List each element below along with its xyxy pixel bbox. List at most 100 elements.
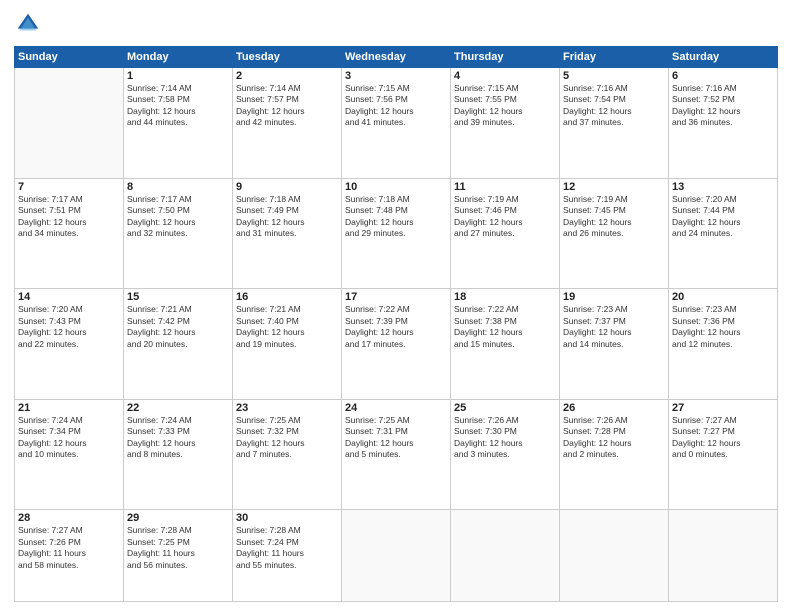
day-info: Sunrise: 7:26 AM Sunset: 7:30 PM Dayligh… xyxy=(454,415,556,461)
day-number: 3 xyxy=(345,70,447,82)
day-info: Sunrise: 7:18 AM Sunset: 7:49 PM Dayligh… xyxy=(236,194,338,240)
day-info: Sunrise: 7:16 AM Sunset: 7:54 PM Dayligh… xyxy=(563,83,665,129)
calendar-week-row: 7Sunrise: 7:17 AM Sunset: 7:51 PM Daylig… xyxy=(15,178,778,289)
day-number: 2 xyxy=(236,70,338,82)
calendar-cell: 30Sunrise: 7:28 AM Sunset: 7:24 PM Dayli… xyxy=(233,510,342,602)
day-number: 28 xyxy=(18,512,120,524)
calendar-cell: 14Sunrise: 7:20 AM Sunset: 7:43 PM Dayli… xyxy=(15,289,124,400)
day-number: 27 xyxy=(672,402,774,414)
day-number: 24 xyxy=(345,402,447,414)
day-info: Sunrise: 7:22 AM Sunset: 7:39 PM Dayligh… xyxy=(345,304,447,350)
day-number: 30 xyxy=(236,512,338,524)
day-number: 18 xyxy=(454,291,556,303)
day-info: Sunrise: 7:16 AM Sunset: 7:52 PM Dayligh… xyxy=(672,83,774,129)
day-info: Sunrise: 7:21 AM Sunset: 7:42 PM Dayligh… xyxy=(127,304,229,350)
day-info: Sunrise: 7:19 AM Sunset: 7:46 PM Dayligh… xyxy=(454,194,556,240)
calendar-cell: 8Sunrise: 7:17 AM Sunset: 7:50 PM Daylig… xyxy=(124,178,233,289)
calendar-header-wednesday: Wednesday xyxy=(342,47,451,68)
day-info: Sunrise: 7:23 AM Sunset: 7:37 PM Dayligh… xyxy=(563,304,665,350)
day-number: 15 xyxy=(127,291,229,303)
calendar-cell: 29Sunrise: 7:28 AM Sunset: 7:25 PM Dayli… xyxy=(124,510,233,602)
calendar-cell: 20Sunrise: 7:23 AM Sunset: 7:36 PM Dayli… xyxy=(669,289,778,400)
day-number: 20 xyxy=(672,291,774,303)
calendar-cell: 27Sunrise: 7:27 AM Sunset: 7:27 PM Dayli… xyxy=(669,399,778,510)
logo-icon xyxy=(14,10,42,38)
day-number: 22 xyxy=(127,402,229,414)
day-number: 11 xyxy=(454,181,556,193)
day-number: 1 xyxy=(127,70,229,82)
calendar-week-row: 14Sunrise: 7:20 AM Sunset: 7:43 PM Dayli… xyxy=(15,289,778,400)
day-info: Sunrise: 7:19 AM Sunset: 7:45 PM Dayligh… xyxy=(563,194,665,240)
day-number: 17 xyxy=(345,291,447,303)
calendar-week-row: 1Sunrise: 7:14 AM Sunset: 7:58 PM Daylig… xyxy=(15,68,778,179)
calendar-cell: 21Sunrise: 7:24 AM Sunset: 7:34 PM Dayli… xyxy=(15,399,124,510)
calendar-cell: 18Sunrise: 7:22 AM Sunset: 7:38 PM Dayli… xyxy=(451,289,560,400)
calendar-cell: 12Sunrise: 7:19 AM Sunset: 7:45 PM Dayli… xyxy=(560,178,669,289)
calendar-cell: 28Sunrise: 7:27 AM Sunset: 7:26 PM Dayli… xyxy=(15,510,124,602)
calendar-cell: 23Sunrise: 7:25 AM Sunset: 7:32 PM Dayli… xyxy=(233,399,342,510)
calendar-cell: 26Sunrise: 7:26 AM Sunset: 7:28 PM Dayli… xyxy=(560,399,669,510)
day-info: Sunrise: 7:27 AM Sunset: 7:26 PM Dayligh… xyxy=(18,525,120,571)
calendar-cell: 9Sunrise: 7:18 AM Sunset: 7:49 PM Daylig… xyxy=(233,178,342,289)
day-info: Sunrise: 7:18 AM Sunset: 7:48 PM Dayligh… xyxy=(345,194,447,240)
day-info: Sunrise: 7:28 AM Sunset: 7:24 PM Dayligh… xyxy=(236,525,338,571)
calendar-header-tuesday: Tuesday xyxy=(233,47,342,68)
calendar-cell: 11Sunrise: 7:19 AM Sunset: 7:46 PM Dayli… xyxy=(451,178,560,289)
day-info: Sunrise: 7:20 AM Sunset: 7:44 PM Dayligh… xyxy=(672,194,774,240)
calendar-cell xyxy=(669,510,778,602)
calendar-cell: 16Sunrise: 7:21 AM Sunset: 7:40 PM Dayli… xyxy=(233,289,342,400)
calendar-cell: 17Sunrise: 7:22 AM Sunset: 7:39 PM Dayli… xyxy=(342,289,451,400)
day-number: 29 xyxy=(127,512,229,524)
day-number: 13 xyxy=(672,181,774,193)
day-number: 4 xyxy=(454,70,556,82)
day-info: Sunrise: 7:22 AM Sunset: 7:38 PM Dayligh… xyxy=(454,304,556,350)
day-info: Sunrise: 7:26 AM Sunset: 7:28 PM Dayligh… xyxy=(563,415,665,461)
day-info: Sunrise: 7:25 AM Sunset: 7:32 PM Dayligh… xyxy=(236,415,338,461)
day-number: 12 xyxy=(563,181,665,193)
day-number: 21 xyxy=(18,402,120,414)
calendar-cell xyxy=(15,68,124,179)
calendar-cell: 1Sunrise: 7:14 AM Sunset: 7:58 PM Daylig… xyxy=(124,68,233,179)
page: SundayMondayTuesdayWednesdayThursdayFrid… xyxy=(0,0,792,612)
day-number: 16 xyxy=(236,291,338,303)
calendar-cell: 10Sunrise: 7:18 AM Sunset: 7:48 PM Dayli… xyxy=(342,178,451,289)
calendar-cell: 6Sunrise: 7:16 AM Sunset: 7:52 PM Daylig… xyxy=(669,68,778,179)
day-number: 25 xyxy=(454,402,556,414)
day-info: Sunrise: 7:17 AM Sunset: 7:50 PM Dayligh… xyxy=(127,194,229,240)
calendar-cell xyxy=(560,510,669,602)
day-number: 19 xyxy=(563,291,665,303)
calendar-cell xyxy=(451,510,560,602)
day-info: Sunrise: 7:14 AM Sunset: 7:58 PM Dayligh… xyxy=(127,83,229,129)
day-number: 5 xyxy=(563,70,665,82)
day-info: Sunrise: 7:17 AM Sunset: 7:51 PM Dayligh… xyxy=(18,194,120,240)
day-info: Sunrise: 7:20 AM Sunset: 7:43 PM Dayligh… xyxy=(18,304,120,350)
header xyxy=(14,10,778,38)
day-info: Sunrise: 7:15 AM Sunset: 7:55 PM Dayligh… xyxy=(454,83,556,129)
day-info: Sunrise: 7:24 AM Sunset: 7:34 PM Dayligh… xyxy=(18,415,120,461)
calendar-cell: 5Sunrise: 7:16 AM Sunset: 7:54 PM Daylig… xyxy=(560,68,669,179)
calendar-cell: 19Sunrise: 7:23 AM Sunset: 7:37 PM Dayli… xyxy=(560,289,669,400)
calendar-table: SundayMondayTuesdayWednesdayThursdayFrid… xyxy=(14,46,778,602)
calendar-week-row: 21Sunrise: 7:24 AM Sunset: 7:34 PM Dayli… xyxy=(15,399,778,510)
day-number: 6 xyxy=(672,70,774,82)
calendar-header-monday: Monday xyxy=(124,47,233,68)
calendar-week-row: 28Sunrise: 7:27 AM Sunset: 7:26 PM Dayli… xyxy=(15,510,778,602)
calendar-cell xyxy=(342,510,451,602)
day-info: Sunrise: 7:14 AM Sunset: 7:57 PM Dayligh… xyxy=(236,83,338,129)
calendar-cell: 4Sunrise: 7:15 AM Sunset: 7:55 PM Daylig… xyxy=(451,68,560,179)
calendar-cell: 2Sunrise: 7:14 AM Sunset: 7:57 PM Daylig… xyxy=(233,68,342,179)
calendar-cell: 25Sunrise: 7:26 AM Sunset: 7:30 PM Dayli… xyxy=(451,399,560,510)
day-info: Sunrise: 7:24 AM Sunset: 7:33 PM Dayligh… xyxy=(127,415,229,461)
day-number: 23 xyxy=(236,402,338,414)
day-number: 10 xyxy=(345,181,447,193)
logo xyxy=(14,10,46,38)
calendar-cell: 15Sunrise: 7:21 AM Sunset: 7:42 PM Dayli… xyxy=(124,289,233,400)
calendar-header-row: SundayMondayTuesdayWednesdayThursdayFrid… xyxy=(15,47,778,68)
calendar-cell: 24Sunrise: 7:25 AM Sunset: 7:31 PM Dayli… xyxy=(342,399,451,510)
day-info: Sunrise: 7:28 AM Sunset: 7:25 PM Dayligh… xyxy=(127,525,229,571)
calendar-cell: 13Sunrise: 7:20 AM Sunset: 7:44 PM Dayli… xyxy=(669,178,778,289)
day-info: Sunrise: 7:15 AM Sunset: 7:56 PM Dayligh… xyxy=(345,83,447,129)
calendar-header-thursday: Thursday xyxy=(451,47,560,68)
calendar-header-sunday: Sunday xyxy=(15,47,124,68)
day-info: Sunrise: 7:23 AM Sunset: 7:36 PM Dayligh… xyxy=(672,304,774,350)
